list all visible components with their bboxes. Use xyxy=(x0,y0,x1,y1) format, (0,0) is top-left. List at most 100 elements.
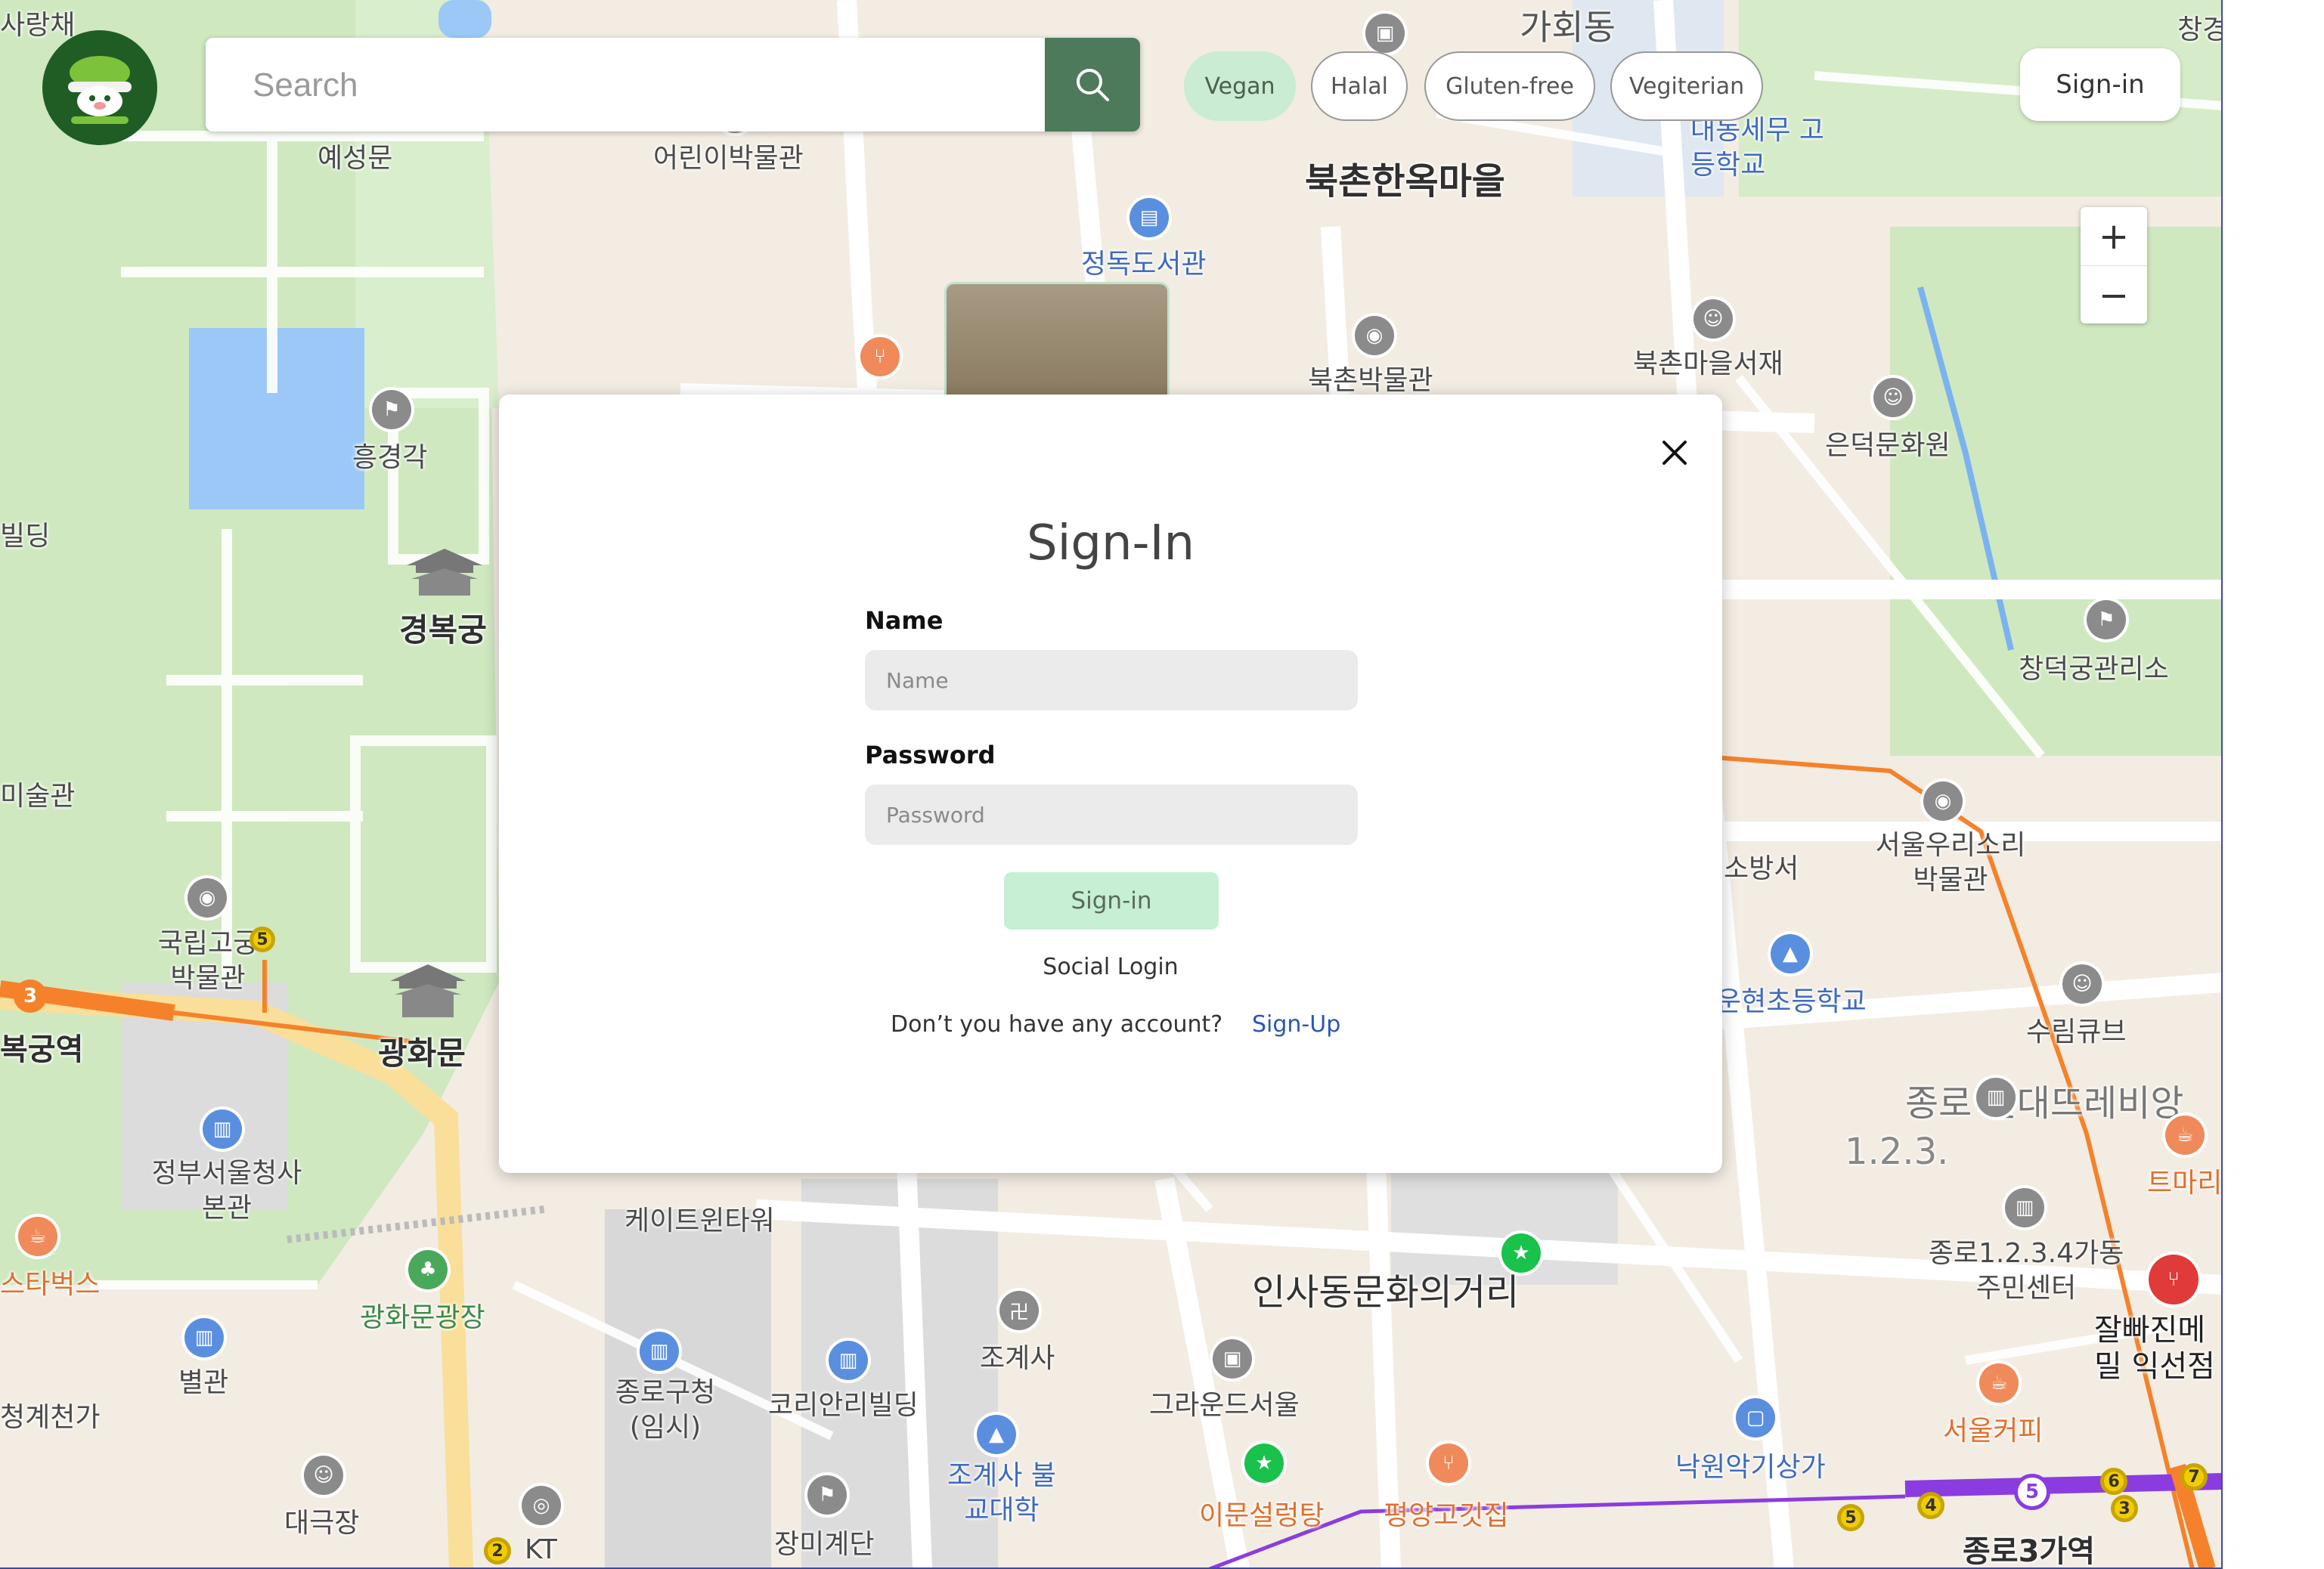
cafe-poi-icon[interactable]: ☕ xyxy=(2165,1116,2205,1155)
restaurant-poi-icon[interactable]: ⑂ xyxy=(860,337,900,376)
cafe-poi-icon[interactable]: ☕ xyxy=(18,1217,57,1256)
map-label-bukchon-seojae: 북촌마을서재 xyxy=(1633,348,1783,379)
burger-logo-icon xyxy=(68,56,132,124)
map-label-bukchon-hanok: 북촌한옥마을 xyxy=(1305,160,1505,203)
signin-submit-button[interactable]: Sign-in xyxy=(1004,872,1219,930)
flag-poi-icon[interactable]: ⚑ xyxy=(372,390,411,429)
map-label-bukchon-museum: 북촌박물관 xyxy=(1308,365,1433,396)
map-label-jogyesa: 조계사 xyxy=(980,1343,1055,1374)
school-poi-icon[interactable]: ▲ xyxy=(1771,934,1810,973)
close-button[interactable] xyxy=(1648,426,1701,479)
map-label-annex: 별관 xyxy=(178,1367,229,1398)
map-label-ground-seoul: 그라운드서울 xyxy=(1149,1390,1300,1421)
star-poi-icon[interactable]: ★ xyxy=(1244,1444,1284,1483)
modal-title: Sign-In xyxy=(1026,515,1195,571)
map-label-kt: KT xyxy=(525,1534,557,1565)
theater-poi-icon[interactable]: ☺ xyxy=(1693,299,1733,339)
map-label-jeongdok-library: 정독도서관 xyxy=(1081,249,1207,280)
museum-poi-icon[interactable]: ◉ xyxy=(187,878,227,918)
map-label-jongno-num: 1.2.3. xyxy=(1845,1131,1949,1173)
subway-line3-icon: 3 xyxy=(14,979,47,1013)
map-label-government-complex: 정부서울청사 본관 xyxy=(151,1158,302,1224)
library-poi-icon[interactable]: ▤ xyxy=(1129,198,1169,237)
social-login-link[interactable]: Social Login xyxy=(499,954,1722,980)
name-input[interactable] xyxy=(865,650,1358,710)
zoom-out-button[interactable]: − xyxy=(2081,266,2147,324)
map-label-insadong: 인사동문화의거리 xyxy=(1252,1271,1520,1314)
app-frame: 사랑채 가회동 창경 예성문 어린이박물관 북촌한옥마을 대동세무 고등학교 정… xyxy=(0,0,2223,1569)
password-input[interactable] xyxy=(865,784,1358,845)
park-poi-icon[interactable]: ♣ xyxy=(408,1250,448,1289)
map-label-unhyeon-school: 운현초등학교 xyxy=(1716,986,1867,1017)
map-label-art-museum: 미술관 xyxy=(0,781,76,812)
theater-poi-icon[interactable]: ☺ xyxy=(2062,964,2102,1004)
temple-poi-icon[interactable]: 卍 xyxy=(999,1291,1039,1330)
map-label-daedong-school: 대동세무 고등학교 xyxy=(1690,115,1825,181)
map-label-seoul-coffee: 서울커피 xyxy=(1943,1416,2044,1447)
map-label-woori-sori: 서울우리소리 박물관 xyxy=(1875,830,2026,896)
filter-chip-vegan[interactable]: Vegan xyxy=(1184,51,1296,121)
map-label-heumgyeonggak: 흥경각 xyxy=(352,442,428,473)
shop-poi-icon[interactable]: ▢ xyxy=(1736,1398,1775,1437)
map-label-jangmi: 장미계단 xyxy=(774,1529,875,1560)
map-label-k-twin-tower: 케이트윈타워 xyxy=(624,1205,775,1236)
search-button[interactable] xyxy=(1045,38,1140,132)
filter-chip-vegetarian[interactable]: Vegiterian xyxy=(1610,51,1763,121)
map-label-pyeongyang: 평양고깃집 xyxy=(1384,1500,1509,1531)
map-label-gwanghwamun: 광화문 xyxy=(378,1035,466,1072)
map-label-cheonga: 청계천가 xyxy=(0,1402,101,1433)
account-question-text: Don’t you have any account? xyxy=(891,1011,1223,1038)
map-label-surim-cube: 수림큐브 xyxy=(2026,1017,2127,1048)
map-label-daegeukjang: 대극장 xyxy=(284,1508,360,1539)
map-label-gahoedong: 가회동 xyxy=(1520,7,1616,48)
gallery-poi-icon[interactable]: ▣ xyxy=(1365,14,1405,53)
restaurant-poi-icon[interactable]: ⑂ xyxy=(2149,1255,2199,1304)
search-bar xyxy=(206,38,1140,133)
tower-poi-icon[interactable]: ◎ xyxy=(522,1486,561,1525)
restaurant-photo-card[interactable] xyxy=(947,284,1167,398)
office-poi-icon[interactable]: ▥ xyxy=(1976,1078,2016,1117)
subway-line5-icon: 5 xyxy=(2014,1474,2050,1510)
subway-line2-icon: 2 xyxy=(484,1537,511,1564)
map-label-nakwon: 낙원악기상가 xyxy=(1675,1452,1826,1483)
school-poi-icon[interactable]: ▲ xyxy=(977,1415,1016,1454)
flag-poi-icon[interactable]: ⚑ xyxy=(807,1475,847,1515)
theater-poi-icon[interactable]: ☺ xyxy=(304,1456,343,1495)
signup-link[interactable]: Sign-Up xyxy=(1252,1011,1340,1038)
zoom-in-button[interactable]: + xyxy=(2081,207,2147,266)
map-label-changdeok-office: 창덕궁관리소 xyxy=(2019,654,2169,685)
restaurant-poi-icon[interactable]: ⑂ xyxy=(1429,1444,1468,1483)
gallery-poi-icon[interactable]: ▣ xyxy=(1213,1339,1252,1379)
office-poi-icon[interactable]: ▥ xyxy=(2005,1188,2044,1227)
search-input[interactable] xyxy=(251,38,1010,133)
map-label-gyeongbokgung: 경복궁 xyxy=(399,611,487,648)
map-label-gyeongbokgung-stn: 복궁역 xyxy=(0,1032,84,1067)
office-poi-icon[interactable]: ▥ xyxy=(203,1109,242,1149)
app-logo[interactable] xyxy=(42,30,157,145)
map-label-changgyeong: 창경 xyxy=(2177,14,2223,45)
subway-line3-icon: 3 xyxy=(2111,1495,2138,1522)
name-label: Name xyxy=(865,606,944,635)
map-label-jongno3ga: 종로3가역 xyxy=(1963,1534,2096,1569)
theater-poi-icon[interactable]: ☺ xyxy=(1873,378,1913,417)
office-poi-icon[interactable]: ▥ xyxy=(640,1332,679,1371)
map-label-jongno-hyundai: 종로 현대뜨레비앙 xyxy=(1905,1082,2184,1125)
office-poi-icon[interactable]: ▥ xyxy=(184,1318,224,1357)
palace-icon xyxy=(390,964,466,1017)
museum-poi-icon[interactable]: ◉ xyxy=(1355,316,1394,355)
subway-line7-icon: 7 xyxy=(2180,1463,2208,1490)
header-signin-button[interactable]: Sign-in xyxy=(2020,48,2180,121)
star-poi-icon[interactable]: ★ xyxy=(1501,1233,1541,1273)
cafe-poi-icon[interactable]: ☕ xyxy=(1979,1363,2019,1403)
flag-poi-icon[interactable]: ⚑ xyxy=(2087,600,2126,639)
office-poi-icon[interactable]: ▥ xyxy=(829,1341,868,1380)
signin-modal: Sign-In Name Password Sign-in Social Log… xyxy=(499,395,1722,1173)
filter-chip-gluten-free[interactable]: Gluten-free xyxy=(1424,51,1595,121)
museum-poi-icon[interactable]: ◉ xyxy=(1923,781,1963,821)
subway-line5-icon: 5 xyxy=(1837,1504,1864,1531)
filter-chip-halal[interactable]: Halal xyxy=(1311,51,1408,121)
map-label-korean-building: 코리안리빌딩 xyxy=(768,1390,919,1421)
map-label-childrens-museum: 어린이박물관 xyxy=(653,143,804,174)
map-label-yeseongmun: 예성문 xyxy=(318,143,393,174)
subway-line5-icon: 5 xyxy=(249,927,275,952)
